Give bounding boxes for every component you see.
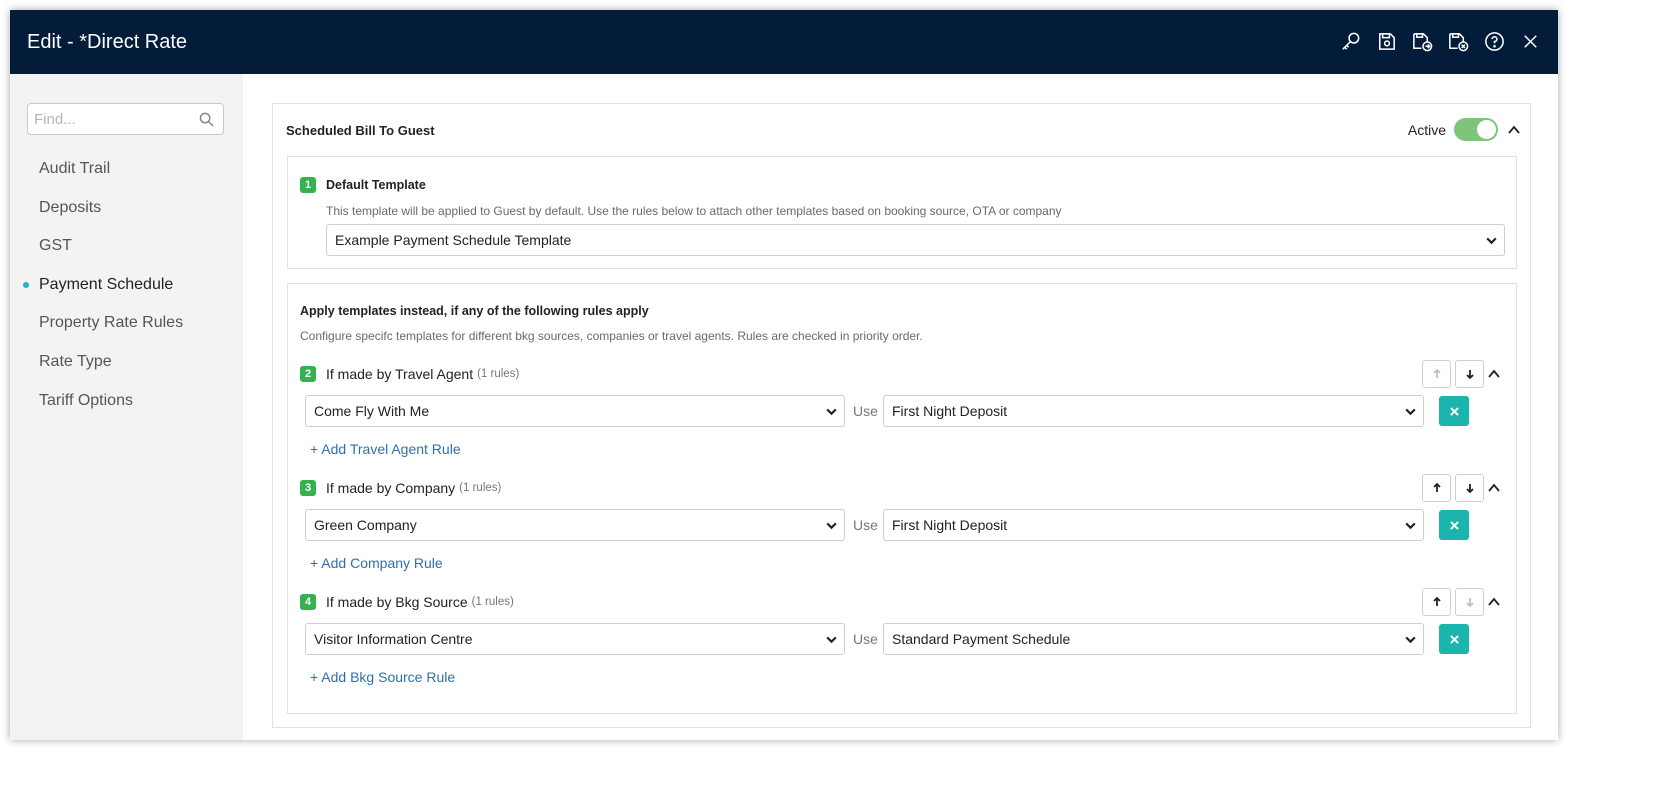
sidebar-item-tariff-options[interactable]: Tariff Options <box>10 382 243 421</box>
main-panel: Scheduled Bill To Guest Active 1 Default… <box>243 74 1558 740</box>
sidebar-item-gst[interactable]: GST <box>10 227 243 266</box>
rules-description: Configure specifc templates for differen… <box>300 329 923 343</box>
default-template-value: Example Payment Schedule Template <box>335 232 572 248</box>
key-icon[interactable] <box>1339 30 1362 53</box>
sidebar-item-rate-type[interactable]: Rate Type <box>10 343 243 382</box>
toggle-knob <box>1477 120 1496 139</box>
title-actions <box>1339 30 1542 53</box>
sidebar-item-payment-schedule[interactable]: Payment Schedule <box>10 266 243 305</box>
step-number-badge: 3 <box>300 480 316 496</box>
template-value: First Night Deposit <box>892 517 1008 533</box>
move-up-button[interactable] <box>1422 588 1451 616</box>
chevron-down-icon <box>1404 633 1417 646</box>
window-title: Edit - *Direct Rate <box>27 30 188 53</box>
collapse-section-chevron-up-icon[interactable] <box>1506 122 1522 138</box>
company-template-select[interactable]: First Night Deposit <box>883 509 1424 541</box>
priority-buttons <box>1422 474 1484 502</box>
rule-group-title: If made by Travel Agent <box>326 366 474 382</box>
default-template-header: 1 Default Template <box>300 177 426 193</box>
sidebar-nav: Audit Trail Deposits GST Payment Schedul… <box>10 150 243 420</box>
active-toggle[interactable] <box>1454 118 1498 141</box>
title-bar: Edit - *Direct Rate <box>10 10 1558 74</box>
sidebar-item-property-rate-rules[interactable]: Property Rate Rules <box>10 304 243 343</box>
collapse-group-chevron-up-icon[interactable] <box>1486 594 1502 610</box>
add-travel-agent-rule-link[interactable]: + Add Travel Agent Rule <box>310 441 461 457</box>
travel-agent-value: Come Fly With Me <box>314 403 430 419</box>
collapse-group-chevron-up-icon[interactable] <box>1486 480 1502 496</box>
remove-rule-button[interactable] <box>1439 510 1469 540</box>
default-template-title: Default Template <box>326 178 426 192</box>
rule-count: (1 rules) <box>471 596 514 608</box>
company-select[interactable]: Green Company <box>305 509 845 541</box>
use-label: Use <box>853 631 878 647</box>
default-template-box: 1 Default Template This template will be… <box>287 156 1517 269</box>
bkg-source-template-select[interactable]: Standard Payment Schedule <box>883 623 1424 655</box>
rule-group-title: If made by Company <box>326 480 456 496</box>
template-value: Standard Payment Schedule <box>892 631 1071 647</box>
search-input[interactable] <box>28 104 188 134</box>
add-bkg-source-rule-link[interactable]: + Add Bkg Source Rule <box>310 669 455 685</box>
default-template-select[interactable]: Example Payment Schedule Template <box>326 224 1505 256</box>
travel-agent-select[interactable]: Come Fly With Me <box>305 395 845 427</box>
chevron-down-icon <box>825 519 838 532</box>
rules-title: Apply templates instead, if any of the f… <box>300 304 649 318</box>
chevron-down-icon <box>825 633 838 646</box>
active-label: Active <box>1407 121 1446 138</box>
save-and-close-icon[interactable] <box>1447 30 1470 53</box>
rule-group-bkg-source-header: 4 If made by Bkg Source (1 rules) <box>300 594 514 610</box>
bkg-source-value: Visitor Information Centre <box>314 631 473 647</box>
move-down-button[interactable] <box>1455 360 1484 388</box>
active-control: Active <box>1408 118 1522 141</box>
chevron-down-icon <box>1485 234 1498 247</box>
rule-count: (1 rules) <box>477 368 520 380</box>
step-number-badge: 1 <box>300 177 316 193</box>
default-template-description: This template will be applied to Guest b… <box>326 204 1062 218</box>
rule-group-travel-agent-header: 2 If made by Travel Agent (1 rules) <box>300 366 519 382</box>
scheduled-bill-card: Scheduled Bill To Guest Active 1 Default… <box>272 103 1531 728</box>
help-icon[interactable] <box>1483 30 1506 53</box>
collapse-group-chevron-up-icon[interactable] <box>1486 366 1502 382</box>
sidebar: Audit Trail Deposits GST Payment Schedul… <box>10 74 243 740</box>
chevron-down-icon <box>825 405 838 418</box>
active-indicator <box>23 281 29 288</box>
move-down-button[interactable] <box>1455 588 1484 616</box>
rules-box: Apply templates instead, if any of the f… <box>287 283 1517 714</box>
template-value: First Night Deposit <box>892 403 1008 419</box>
section-title: Scheduled Bill To Guest <box>286 123 435 138</box>
priority-buttons <box>1422 588 1484 616</box>
remove-rule-button[interactable] <box>1439 396 1469 426</box>
step-number-badge: 4 <box>300 594 316 610</box>
chevron-down-icon <box>1404 519 1417 532</box>
move-up-button[interactable] <box>1422 360 1451 388</box>
rule-group-title: If made by Bkg Source <box>326 594 468 610</box>
rule-count: (1 rules) <box>459 482 502 494</box>
travel-agent-template-select[interactable]: First Night Deposit <box>883 395 1424 427</box>
sidebar-item-deposits[interactable]: Deposits <box>10 189 243 228</box>
bkg-source-select[interactable]: Visitor Information Centre <box>305 623 845 655</box>
remove-rule-button[interactable] <box>1439 624 1469 654</box>
search-box <box>27 103 224 135</box>
add-company-rule-link[interactable]: + Add Company Rule <box>310 555 443 571</box>
save-and-new-icon[interactable] <box>1411 30 1434 53</box>
use-label: Use <box>853 517 878 533</box>
save-icon[interactable] <box>1375 30 1398 53</box>
use-label: Use <box>853 403 878 419</box>
rule-group-company-header: 3 If made by Company (1 rules) <box>300 480 501 496</box>
close-icon[interactable] <box>1519 30 1542 53</box>
move-up-button[interactable] <box>1422 474 1451 502</box>
chevron-down-icon <box>1404 405 1417 418</box>
step-number-badge: 2 <box>300 366 316 382</box>
priority-buttons <box>1422 360 1484 388</box>
search-icon[interactable] <box>199 112 214 127</box>
sidebar-item-label: Payment Schedule <box>39 275 174 293</box>
sidebar-item-audit-trail[interactable]: Audit Trail <box>10 150 243 189</box>
company-value: Green Company <box>314 517 417 533</box>
move-down-button[interactable] <box>1455 474 1484 502</box>
edit-rate-window: Edit - *Direct Rate Audit Trail Deposits… <box>10 10 1558 740</box>
